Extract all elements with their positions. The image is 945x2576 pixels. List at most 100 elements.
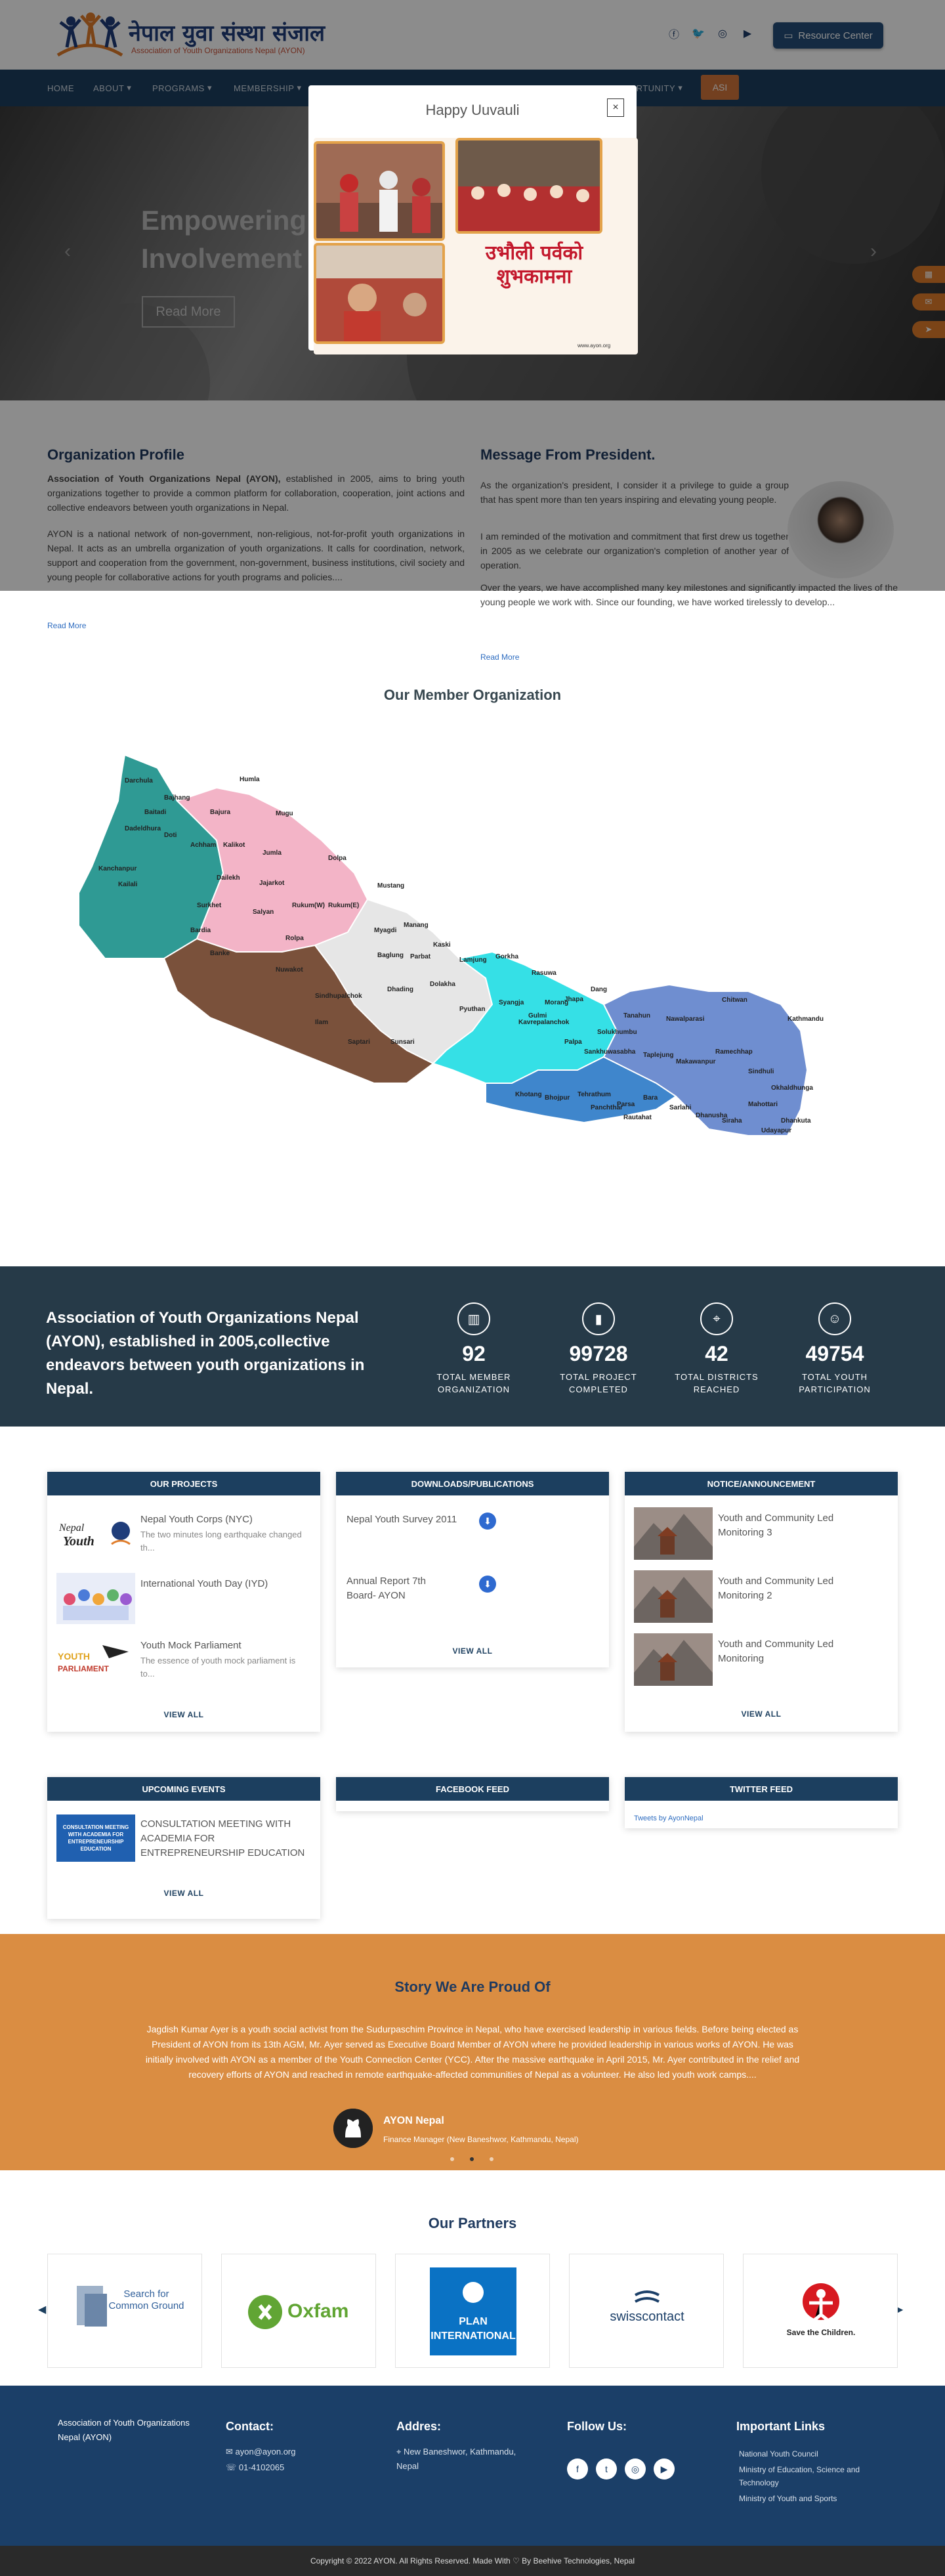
footer-link[interactable]: Ministry of Youth and Sports	[739, 2492, 890, 2505]
district-label: Tanahun	[623, 1012, 650, 1020]
notice-thumb[interactable]	[634, 1570, 713, 1623]
stat-youth-participation: ☺ 49754 TOTAL YOUTH PARTICIPATION	[776, 1302, 894, 1396]
member-organization-heading: Our Member Organization	[383, 687, 562, 703]
downloads-view-all-link[interactable]: VIEW ALL	[336, 1646, 609, 1656]
notice-title[interactable]: Youth and Community Led Monitoring	[718, 1637, 882, 1666]
svg-text:Nepal: Nepal	[58, 1522, 85, 1534]
district-label: Sunsari	[390, 1039, 415, 1046]
building-icon: ▥	[457, 1302, 490, 1335]
download-title[interactable]: Annual Report 7th Board- AYON	[346, 1574, 452, 1603]
nepal-member-map: Darchula Humla Bajhang Baitadi Bajura Mugu Dad…	[66, 742, 827, 1201]
footer-link[interactable]: Ministry of Education, Science and Techn…	[739, 2463, 890, 2489]
district-label: Dhankuta	[781, 1117, 811, 1125]
district-label: Bardia	[190, 927, 211, 934]
download-title[interactable]: Nepal Youth Survey 2011	[346, 1513, 478, 1527]
notice-thumb[interactable]	[634, 1633, 713, 1686]
facebook-feed-card: FACEBOOK FEED	[336, 1777, 609, 1811]
poster-greeting: उभौली पर्वको शुभकामना	[458, 242, 610, 289]
district-label: Saptari	[348, 1039, 370, 1046]
project-title[interactable]: International Youth Day (IYD)	[140, 1577, 268, 1591]
district-label: Baglung	[377, 952, 404, 959]
district-label: Mustang	[377, 882, 404, 890]
district-label: Manang	[404, 922, 429, 929]
project-thumb-mock-parliament[interactable]: YOUTH PARLIAMENT	[56, 1639, 135, 1678]
district-label: Tehrathum	[578, 1091, 611, 1098]
profile-read-more-link[interactable]: Read More	[47, 621, 86, 630]
events-view-all-link[interactable]: VIEW ALL	[47, 1889, 320, 1898]
partners-heading: Our Partners	[428, 2215, 517, 2231]
stats-heading: Association of Youth Organizations Nepal…	[46, 1309, 365, 1398]
partner-name: Search for Common Ground	[108, 2288, 184, 2311]
story-dot-3[interactable]	[490, 2157, 494, 2161]
district-label: Surkhet	[197, 902, 222, 909]
modal-close-button[interactable]: ×	[607, 98, 624, 117]
twitter-timeline-link[interactable]: Tweets by AyonNepal	[634, 1814, 704, 1822]
district-label: Dang	[591, 986, 607, 993]
footer-address: ⌖ New Baneshwor, Kathmandu, Nepal	[396, 2445, 534, 2474]
district-label: Doti	[164, 832, 177, 839]
district-label: Dhading	[387, 986, 413, 993]
president-read-more-link[interactable]: Read More	[480, 653, 519, 662]
notice-thumb[interactable]	[634, 1507, 713, 1560]
footer-phone[interactable]: ☏ 01-4102065	[226, 2460, 284, 2475]
stat-value: 49754	[805, 1342, 864, 1365]
download-icon[interactable]: ⬇	[479, 1513, 496, 1530]
district-label: Darchula	[125, 777, 153, 784]
district-label: Udayapur	[761, 1127, 791, 1134]
district-label: Chitwan	[722, 997, 747, 1004]
district-label: Rasuwa	[532, 970, 556, 977]
svg-text:Youth: Youth	[63, 1534, 94, 1549]
district-label: Baitadi	[144, 809, 167, 816]
district-label: Dadeldhura	[125, 825, 161, 832]
facebook-feed-header: FACEBOOK FEED	[336, 1777, 609, 1801]
partner-save-the-children[interactable]: Save the Children.	[743, 2254, 898, 2368]
project-thumb-iyd[interactable]	[56, 1573, 135, 1624]
partners-prev-icon[interactable]: ◀	[38, 2303, 46, 2316]
modal-title: Happy Uuvauli	[425, 102, 520, 118]
district-label: Ramechhap	[715, 1048, 753, 1056]
notice-title[interactable]: Youth and Community Led Monitoring 2	[718, 1574, 882, 1603]
event-title[interactable]: CONSULTATION MEETING WITH ACADEMIA FOR E…	[140, 1817, 312, 1860]
district-label: Nuwakot	[276, 966, 303, 974]
github-avatar-icon	[333, 2109, 373, 2148]
district-label: Sindhuli	[748, 1068, 774, 1075]
notice-view-all-link[interactable]: VIEW ALL	[625, 1709, 898, 1719]
story-dot-1[interactable]	[450, 2157, 454, 2161]
footer-twitter-icon[interactable]: t	[596, 2458, 617, 2479]
district-label: Kalikot	[223, 842, 245, 849]
footer-instagram-icon[interactable]: ◎	[625, 2458, 646, 2479]
district-label: Bara	[643, 1094, 658, 1102]
district-label: Sindhupalchok	[315, 993, 362, 1000]
district-label: Jajarkot	[259, 880, 285, 887]
district-label: Sarlahi	[669, 1104, 692, 1111]
district-label: Kavrepalanchok	[518, 1019, 570, 1026]
partner-name: Oxfam	[287, 2300, 349, 2322]
partner-search-for-common-ground[interactable]: Search for Common Ground	[47, 2254, 202, 2368]
district-label: Rautahat	[623, 1114, 652, 1121]
district-label: Mahottari	[748, 1101, 778, 1108]
partner-oxfam[interactable]: Oxfam	[221, 2254, 376, 2368]
notice-title[interactable]: Youth and Community Led Monitoring 3	[718, 1511, 882, 1540]
download-icon[interactable]: ⬇	[479, 1576, 496, 1593]
projects-view-all-link[interactable]: VIEW ALL	[47, 1710, 320, 1719]
footer-facebook-icon[interactable]: f	[567, 2458, 588, 2479]
stat-label: TOTAL YOUTH PARTICIPATION	[799, 1372, 871, 1394]
twitter-feed-header: TWITTER FEED	[625, 1777, 898, 1801]
district-label: Dailekh	[217, 874, 240, 882]
footer-link[interactable]: National Youth Council	[739, 2447, 890, 2460]
stat-label: TOTAL DISTRICTS REACHED	[675, 1372, 759, 1394]
district-label: Pyuthan	[459, 1006, 485, 1013]
footer-email[interactable]: ✉ ayon@ayon.org	[226, 2445, 296, 2459]
story-dot-2[interactable]	[470, 2157, 474, 2161]
footer-address-heading: Addres:	[396, 2420, 442, 2433]
notice-card-header: NOTICE/ANNOUNCEMENT	[625, 1472, 898, 1495]
project-thumb-nyc[interactable]: Nepal Youth	[56, 1511, 135, 1555]
project-title[interactable]: Nepal Youth Corps (NYC)	[140, 1513, 253, 1527]
project-title[interactable]: Youth Mock Parliament	[140, 1639, 242, 1653]
footer-youtube-icon[interactable]: ▶	[654, 2458, 675, 2479]
event-thumb[interactable]: CONSULTATION MEETING WITH ACADEMIA FOR E…	[56, 1814, 135, 1862]
story-author-role: Finance Manager (New Baneshwor, Kathmand…	[383, 2135, 579, 2144]
partner-plan-international[interactable]: PLAN INTERNATIONAL	[395, 2254, 550, 2368]
district-label: Achham	[190, 842, 217, 849]
partner-swisscontact[interactable]: swisscontact	[569, 2254, 724, 2368]
